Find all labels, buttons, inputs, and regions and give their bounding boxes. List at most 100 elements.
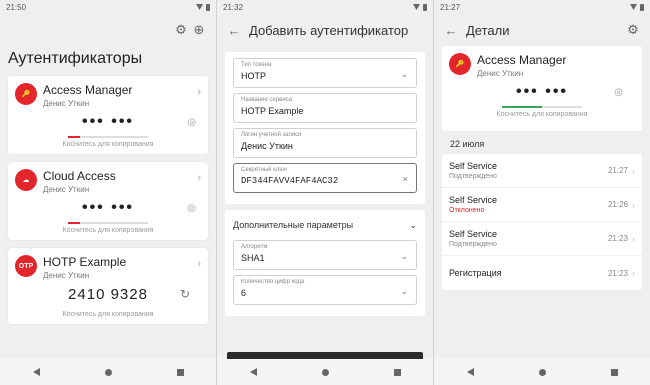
authenticator-card-hotp-example[interactable]: OTP HOTP Example Денис Уткин › 2410 9328… <box>8 248 208 324</box>
cloud-icon: ☁ <box>15 169 37 191</box>
masked-code[interactable]: ••• ••• <box>82 199 134 217</box>
nav-home-icon[interactable] <box>104 368 112 376</box>
card-text: HOTP Example Денис Уткин <box>43 255 197 280</box>
eye-off-icon[interactable]: ◎ <box>187 203 196 214</box>
settings-gear-icon[interactable]: ⚙ <box>172 21 190 39</box>
chevron-right-icon[interactable]: › <box>197 86 201 98</box>
masked-code[interactable]: ••• ••• <box>82 113 134 131</box>
chevron-right-icon[interactable]: › <box>197 172 201 184</box>
card-text: Cloud Access Денис Уткин <box>43 169 197 194</box>
status-time: 21:27 <box>440 2 461 12</box>
nav-back-icon[interactable] <box>466 368 474 376</box>
chevron-right-icon: › <box>632 199 635 210</box>
wifi-icon <box>413 4 420 10</box>
event-status: Отклонено <box>449 207 485 214</box>
service-name-field[interactable]: Название сервиса HOTP Example <box>233 93 417 123</box>
code-row[interactable]: ••• ••• ◎ <box>8 108 208 136</box>
event-title: Self Service <box>449 195 498 205</box>
event-text: Self Service Отклонено <box>449 195 608 214</box>
page-title: Аутентификаторы <box>8 50 143 67</box>
card-header: 🔑 Access Manager Денис Уткин › <box>8 76 208 108</box>
chevron-down-icon: ⌄ <box>400 69 408 79</box>
otp-badge-icon: OTP <box>15 255 37 277</box>
event-time: 21:26 <box>607 200 628 209</box>
code-row[interactable]: ••• ••• ◎ <box>8 194 208 222</box>
chevron-right-icon: › <box>632 165 635 176</box>
card-name: HOTP Example <box>43 255 127 269</box>
event-item[interactable]: Self Service Отклонено 21:26 › <box>442 188 642 222</box>
token-form: Тип токена HOTP ⌄ Название сервиса HOTP … <box>225 52 425 204</box>
page-title: Детали <box>466 22 510 38</box>
chevron-down-icon: ⌄ <box>409 219 417 230</box>
back-arrow-icon[interactable]: ← <box>225 21 243 39</box>
event-item[interactable]: Self Service Подтверждено 21:27 › <box>442 154 642 188</box>
code-row[interactable]: ••• ••• ◎ <box>449 78 635 106</box>
submit-button[interactable] <box>227 352 423 359</box>
advanced-params-title: Дополнительные параметры <box>233 220 354 230</box>
chevron-down-icon: ⌄ <box>400 251 408 261</box>
advanced-params-header[interactable]: Дополнительные параметры ⌄ <box>233 210 417 240</box>
algorithm-select[interactable]: Алгоритм SHA1 ⌄ <box>233 240 417 270</box>
account-login-field[interactable]: Логин учетной записи Денис Уткин <box>233 128 417 158</box>
event-item[interactable]: Self Service Подтверждено 21:23 › <box>442 222 642 256</box>
nav-back-icon[interactable] <box>249 368 257 376</box>
field-label: Логин учетной записи <box>241 132 302 138</box>
field-label: Алгоритм <box>241 244 268 250</box>
event-text: Регистрация <box>449 268 608 278</box>
status-icons <box>630 3 644 11</box>
nav-recents-icon[interactable] <box>393 368 401 376</box>
field-value: DF344FAVV4FAF4AC32 <box>241 176 339 186</box>
nav-recents-icon[interactable] <box>610 368 618 376</box>
progress-fill <box>68 136 80 138</box>
digits-select[interactable]: Количество цифр кода 6 ⌄ <box>233 275 417 305</box>
field-value: 6 <box>241 288 247 298</box>
top-bar: ⚙ ⊕ <box>0 14 216 46</box>
add-authenticator-icon[interactable]: ⊕ <box>190 21 208 39</box>
copy-hint: Коснитесь для копирования <box>496 111 588 118</box>
nav-recents-icon[interactable] <box>176 368 184 376</box>
system-nav-bar <box>217 359 433 385</box>
progress-bar <box>68 136 148 138</box>
copy-hint: Коснитесь для копирования <box>62 227 154 234</box>
authenticator-card-access-manager[interactable]: 🔑 Access Manager Денис Уткин › ••• ••• ◎… <box>8 76 208 154</box>
nav-back-icon[interactable] <box>32 368 40 376</box>
status-icons <box>196 3 210 11</box>
system-nav-bar <box>0 359 216 385</box>
status-bar: 21:32 <box>217 0 433 14</box>
event-item[interactable]: Регистрация 21:23 › <box>442 256 642 290</box>
nav-home-icon[interactable] <box>538 368 546 376</box>
otp-code[interactable]: 2410 9328 <box>68 286 148 303</box>
back-arrow-icon[interactable]: ← <box>442 21 460 39</box>
status-bar: 21:27 <box>434 0 650 14</box>
field-value: Денис Уткин <box>241 141 293 151</box>
card-header: ☁ Cloud Access Денис Уткин › <box>8 162 208 194</box>
refresh-icon[interactable]: ↻ <box>180 287 190 301</box>
settings-gear-icon[interactable]: ⚙ <box>624 21 642 39</box>
chevron-right-icon[interactable]: › <box>197 258 201 270</box>
eye-off-icon[interactable]: ◎ <box>614 87 623 98</box>
clear-icon[interactable]: × <box>403 174 408 184</box>
events-list: Self Service Подтверждено 21:27 › Self S… <box>442 154 642 290</box>
authenticator-detail-card[interactable]: 🔑 Access Manager Денис Уткин ••• ••• ◎ К… <box>442 46 642 131</box>
battery-icon <box>423 3 427 11</box>
event-title: Регистрация <box>449 268 502 278</box>
token-type-select[interactable]: Тип токена HOTP ⌄ <box>233 58 417 88</box>
event-status: Подтверждено <box>449 241 497 248</box>
progress-bar <box>68 222 148 224</box>
page-title: Добавить аутентификатор <box>249 22 409 38</box>
progress-fill <box>68 222 80 224</box>
event-text: Self Service Подтверждено <box>449 161 608 180</box>
status-icons <box>413 3 427 11</box>
card-user: Денис Уткин <box>43 185 90 194</box>
section-date: 22 июля <box>450 139 485 149</box>
nav-home-icon[interactable] <box>321 368 329 376</box>
authenticator-card-cloud-access[interactable]: ☁ Cloud Access Денис Уткин › ••• ••• ◎ К… <box>8 162 208 240</box>
masked-code[interactable]: ••• ••• <box>516 83 568 101</box>
secret-key-field[interactable]: Секретный ключ DF344FAVV4FAF4AC32 × <box>233 163 417 193</box>
top-bar: ← Детали ⚙ <box>434 14 650 46</box>
screen-authenticators: 21:50 ⚙ ⊕ Аутентификаторы 🔑 Access Manag… <box>0 0 216 385</box>
code-row[interactable]: 2410 9328 ↻ <box>8 280 208 308</box>
field-label: Количество цифр кода <box>241 279 305 285</box>
eye-off-icon[interactable]: ◎ <box>187 117 196 128</box>
screen-add-authenticator: 21:32 ← Добавить аутентификатор Тип токе… <box>217 0 433 385</box>
